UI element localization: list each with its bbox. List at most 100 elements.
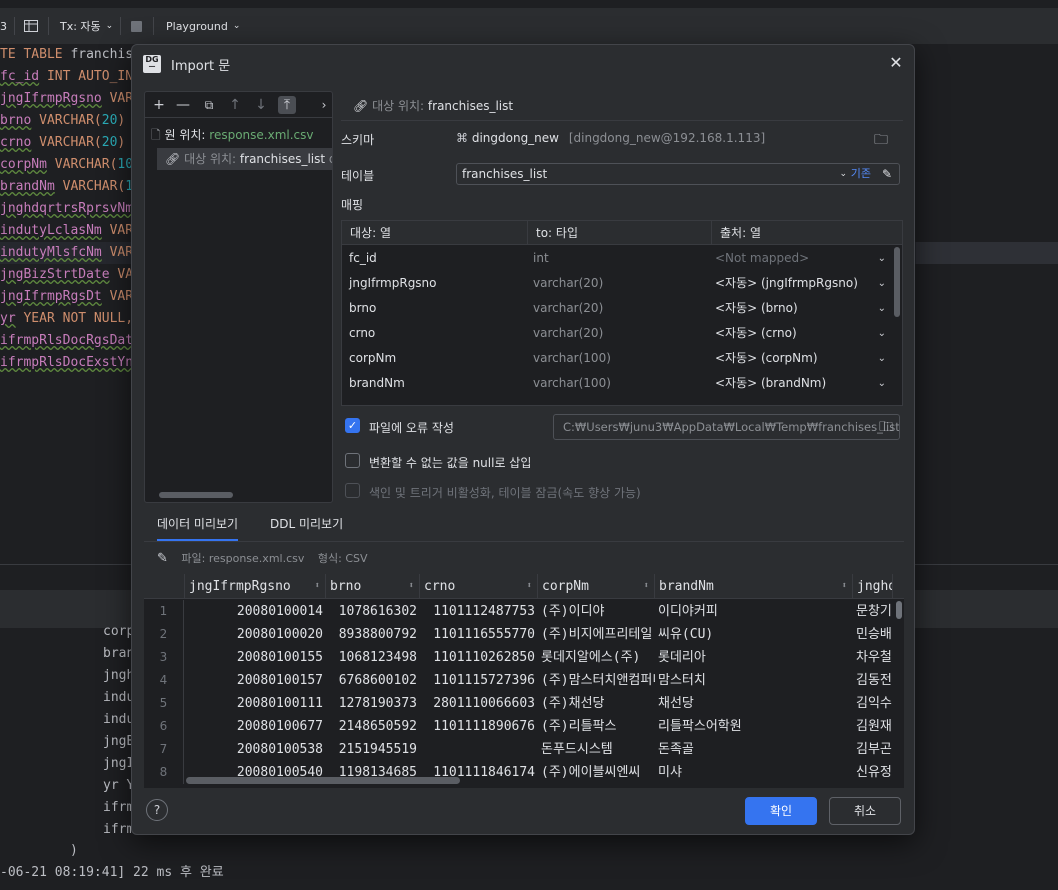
- mapping-row[interactable]: jngIfrmpRgsno varchar(20) <자동> (jngIfrmpRg…: [342, 271, 892, 296]
- preview-cell[interactable]: 2151945519: [326, 738, 420, 761]
- preview-cell[interactable]: 1078616302: [326, 600, 420, 623]
- preview-cell[interactable]: (주)비지에프리테일: [538, 623, 655, 646]
- preview-cell[interactable]: 20080100111: [185, 692, 326, 715]
- preview-column-header[interactable]: brno ⬍: [326, 574, 420, 599]
- preview-cell[interactable]: 20080100020: [185, 623, 326, 646]
- preview-row[interactable]: 7 20080100538 2151945519 돈푸드시스템 돈족골 김부곤: [144, 738, 904, 761]
- preview-cell[interactable]: 돈푸드시스템: [538, 738, 655, 761]
- mapping-row[interactable]: fc_id int <Not mapped> ⌄: [342, 246, 892, 271]
- preview-column-header[interactable]: brandNm ⬍: [655, 574, 853, 599]
- folder-icon[interactable]: 🗀: [874, 129, 888, 153]
- preview-cell[interactable]: 김동전: [853, 669, 893, 692]
- preview-cell[interactable]: 문창기: [853, 600, 893, 623]
- table-view-icon[interactable]: [24, 17, 38, 35]
- mapping-row[interactable]: brandNm varchar(100) <자동> (brandNm) ⌄: [342, 371, 892, 396]
- table-name-field[interactable]: franchises_list ⌄ 기존 ✎: [456, 163, 900, 185]
- preview-cell[interactable]: 김익수: [853, 692, 893, 715]
- chevron-down-icon[interactable]: ⌄: [878, 371, 886, 396]
- preview-vscrollbar[interactable]: [896, 601, 902, 619]
- preview-row[interactable]: 5 20080100111 1278190373 2801110066603 (주)채선…: [144, 692, 904, 715]
- copy-icon[interactable]: ⧉: [200, 96, 218, 114]
- chevron-down-icon[interactable]: ⌄: [839, 164, 847, 184]
- mapping-source-col[interactable]: <자동> (jngIfrmpRgsno): [715, 271, 858, 296]
- tree-hscrollbar[interactable]: [159, 492, 233, 498]
- chevron-down-icon[interactable]: ⌄: [878, 296, 886, 321]
- preview-cell[interactable]: 김원재: [853, 715, 893, 738]
- preview-cell[interactable]: 1278190373: [326, 692, 420, 715]
- preview-cell[interactable]: 20080100155: [185, 646, 326, 669]
- preview-cell[interactable]: 20080100157: [185, 669, 326, 692]
- preview-cell[interactable]: 2148650592: [326, 715, 420, 738]
- preview-cell[interactable]: (주)채선당: [538, 692, 655, 715]
- preview-cell[interactable]: 20080100014: [185, 600, 326, 623]
- preview-cell[interactable]: 리틀팍스어학원: [655, 715, 853, 738]
- preview-cell[interactable]: 20080100538: [185, 738, 326, 761]
- preview-cell[interactable]: 롯데리아: [655, 646, 853, 669]
- tab-data-preview[interactable]: 데이터 미리보기: [157, 515, 239, 541]
- sort-icon[interactable]: ⬍: [409, 574, 414, 599]
- preview-column-header[interactable]: jngIfrmpRgsno ⬍: [185, 574, 326, 599]
- mapping-row[interactable]: crno varchar(20) <자동> (crno) ⌄: [342, 321, 892, 346]
- preview-row[interactable]: 4 20080100157 6768600102 1101115727396 (주)맘스…: [144, 669, 904, 692]
- write-errors-checkbox[interactable]: ✓: [345, 418, 360, 433]
- mapping-header-target[interactable]: 대상: 열: [342, 221, 528, 245]
- preview-cell[interactable]: 8938800792: [326, 623, 420, 646]
- close-icon[interactable]: ✕: [886, 53, 906, 73]
- sort-icon[interactable]: ⬍: [527, 574, 532, 599]
- folder-icon[interactable]: 🗀: [879, 415, 893, 439]
- tab-ddl-preview[interactable]: DDL 미리보기: [270, 515, 343, 541]
- mapping-source-col[interactable]: <자동> (brandNm): [715, 371, 826, 396]
- tx-mode-dropdown[interactable]: Tx: 자동 ⌄: [60, 17, 113, 35]
- preview-cell[interactable]: 1101116555770: [420, 623, 538, 646]
- chevron-down-icon[interactable]: ⌄: [878, 346, 886, 371]
- preview-cell[interactable]: 씨유(CU): [655, 623, 853, 646]
- mapping-source-col[interactable]: <Not mapped>: [715, 246, 809, 271]
- preview-cell[interactable]: (주)이디야: [538, 600, 655, 623]
- preview-cell[interactable]: 민승배: [853, 623, 893, 646]
- chevron-down-icon[interactable]: ⌄: [878, 321, 886, 346]
- sort-icon[interactable]: ⬍: [842, 574, 847, 599]
- null-insert-checkbox[interactable]: [345, 453, 360, 468]
- move-up-icon[interactable]: ↑: [226, 96, 244, 114]
- preview-cell[interactable]: 신유정: [853, 761, 893, 784]
- help-button[interactable]: ?: [146, 799, 168, 821]
- basis-link[interactable]: 기존: [851, 164, 871, 184]
- mapping-source-col[interactable]: <자동> (crno): [715, 321, 797, 346]
- preview-cell[interactable]: 미샤: [655, 761, 853, 784]
- preview-cell[interactable]: 차우철: [853, 646, 893, 669]
- error-path-field[interactable]: C:₩Users₩junu3₩AppData₩Local₩Temp₩franch…: [553, 414, 900, 440]
- preview-column-header[interactable]: crno ⬍: [420, 574, 538, 599]
- tree-item-target[interactable]: 🔗︎ 대상 위치: franchises_list di: [157, 148, 332, 170]
- mapping-header-type[interactable]: to: 타입: [528, 221, 712, 245]
- preview-cell[interactable]: 돈족골: [655, 738, 853, 761]
- preview-cell[interactable]: [420, 738, 538, 761]
- tree-item-source[interactable]: 🗋 원 위치: response.xml.csv: [145, 124, 332, 146]
- mapping-source-col[interactable]: <자동> (corpNm): [715, 346, 818, 371]
- schema-selector[interactable]: ⌘ dingdong_new [dingdong_new@192.168.1.1…: [456, 131, 765, 145]
- preview-cell[interactable]: 6768600102: [326, 669, 420, 692]
- disable-indexes-checkbox[interactable]: [345, 483, 360, 498]
- sort-icon[interactable]: ⬍: [644, 574, 649, 599]
- mapping-header-source[interactable]: 출처: 열: [712, 221, 902, 245]
- preview-hscrollbar[interactable]: [186, 777, 460, 784]
- move-top-icon[interactable]: ⤒: [278, 96, 296, 114]
- chevron-right-icon[interactable]: ›: [315, 96, 332, 114]
- stop-icon[interactable]: [131, 17, 142, 35]
- preview-cell[interactable]: 맘스터치: [655, 669, 853, 692]
- preview-cell[interactable]: 2801110066603: [420, 692, 538, 715]
- ok-button[interactable]: 확인: [745, 797, 817, 825]
- preview-cell[interactable]: 20080100677: [185, 715, 326, 738]
- remove-icon[interactable]: —: [174, 96, 192, 114]
- chevron-down-icon[interactable]: ⌄: [878, 271, 886, 296]
- mapping-source-col[interactable]: <자동> (brno): [715, 296, 798, 321]
- preview-cell[interactable]: 채선당: [655, 692, 853, 715]
- preview-cell[interactable]: 1101110262850: [420, 646, 538, 669]
- chevron-down-icon[interactable]: ⌄: [878, 246, 886, 271]
- mapping-vscrollbar[interactable]: [894, 247, 900, 317]
- edit-icon[interactable]: ✎: [882, 164, 892, 184]
- preview-cell[interactable]: 1101115727396: [420, 669, 538, 692]
- cancel-button[interactable]: 취소: [829, 797, 901, 825]
- preview-cell[interactable]: (주)에이블씨엔씨: [538, 761, 655, 784]
- preview-cell[interactable]: 이디야커피: [655, 600, 853, 623]
- preview-cell[interactable]: (주)리틀팍스: [538, 715, 655, 738]
